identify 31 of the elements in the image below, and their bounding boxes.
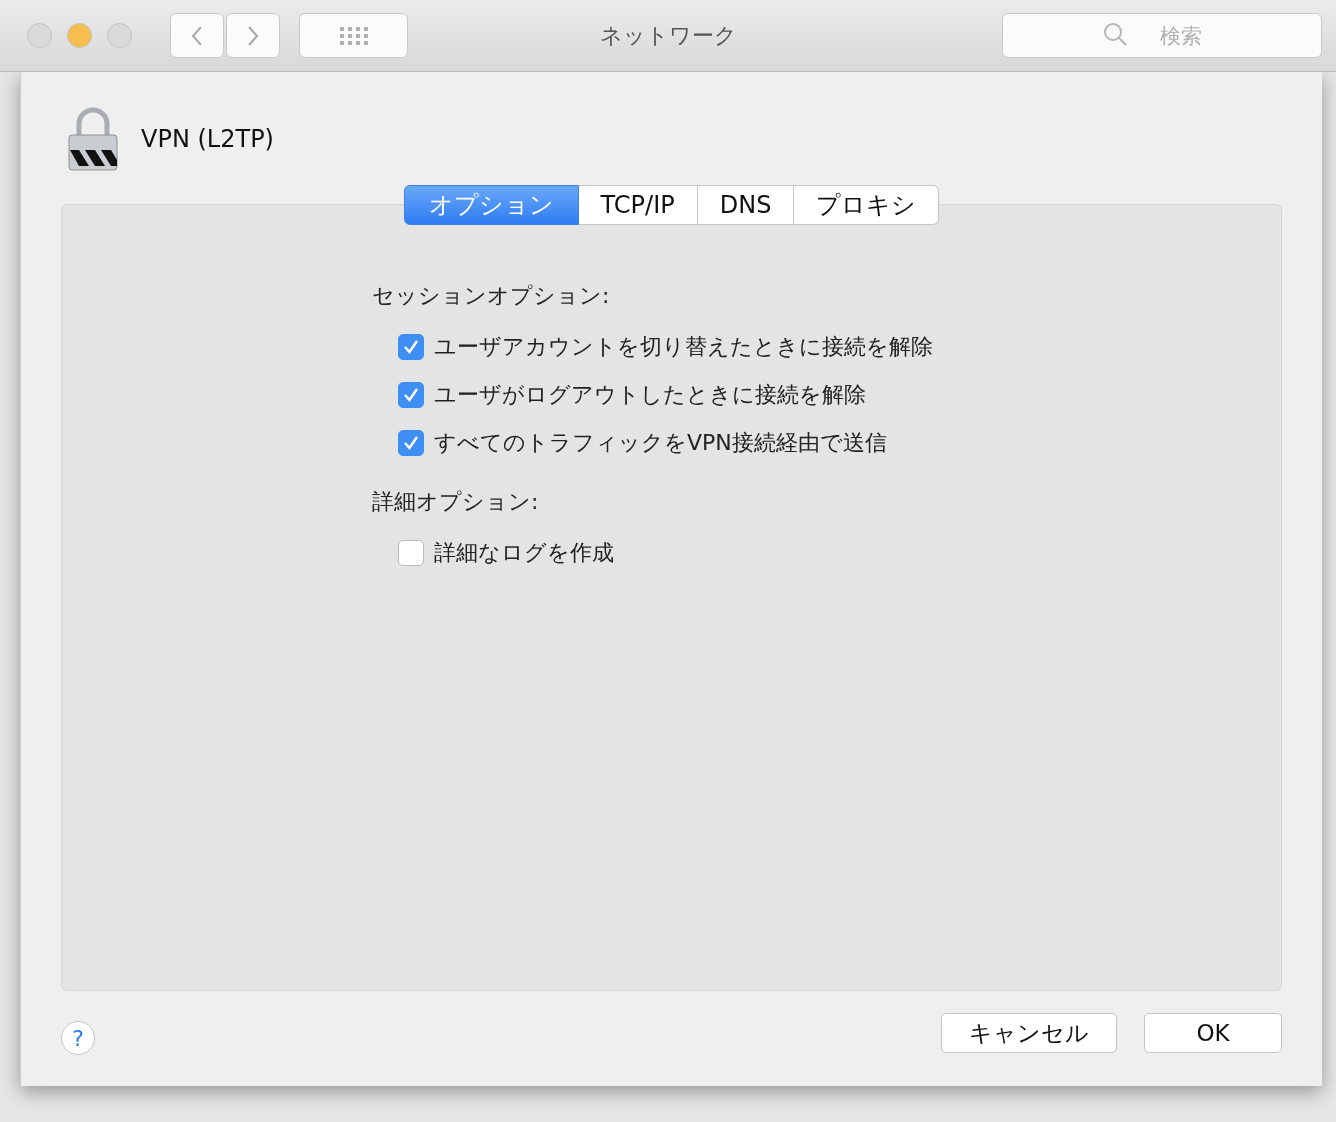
show-all-button[interactable] — [299, 13, 408, 58]
tab[interactable]: TCP/IP — [578, 185, 698, 225]
checkbox[interactable] — [398, 430, 424, 456]
forward-button[interactable] — [226, 13, 280, 58]
checkbox-label: ユーザがログアウトしたときに接続を解除 — [434, 381, 866, 409]
checkmark-icon — [402, 386, 420, 404]
section-heading: 詳細オプション: — [372, 488, 540, 516]
checkbox-label: 詳細なログを作成 — [434, 539, 614, 567]
window-control-button[interactable] — [67, 23, 92, 48]
back-button[interactable] — [170, 13, 224, 58]
tab[interactable]: プロキシ — [794, 185, 940, 225]
grid-icon — [338, 25, 369, 46]
padlock-icon — [67, 106, 119, 172]
help-button[interactable]: ? — [61, 1021, 95, 1055]
checkbox[interactable] — [398, 334, 424, 360]
tab[interactable]: DNS — [697, 185, 795, 225]
checkmark-icon — [402, 338, 420, 356]
checkbox[interactable] — [398, 540, 424, 566]
window-control-button[interactable] — [107, 23, 132, 48]
checkmark-icon — [402, 434, 420, 452]
vpn-title: VPN (L2TP) — [141, 125, 274, 153]
cancel-button[interactable]: キャンセル — [941, 1013, 1117, 1053]
window-control-button[interactable] — [27, 23, 52, 48]
checkbox-label: すべてのトラフィックをVPN接続経由で送信 — [434, 429, 887, 457]
checkbox-label: ユーザアカウントを切り替えたときに接続を解除 — [434, 333, 933, 361]
ok-button[interactable]: OK — [1144, 1013, 1282, 1053]
checkbox[interactable] — [398, 382, 424, 408]
search-field[interactable]: 検索 — [1002, 13, 1322, 58]
window-title: ネットワーク — [599, 21, 737, 50]
search-icon — [1103, 22, 1129, 48]
section-heading: セッションオプション: — [372, 282, 611, 310]
